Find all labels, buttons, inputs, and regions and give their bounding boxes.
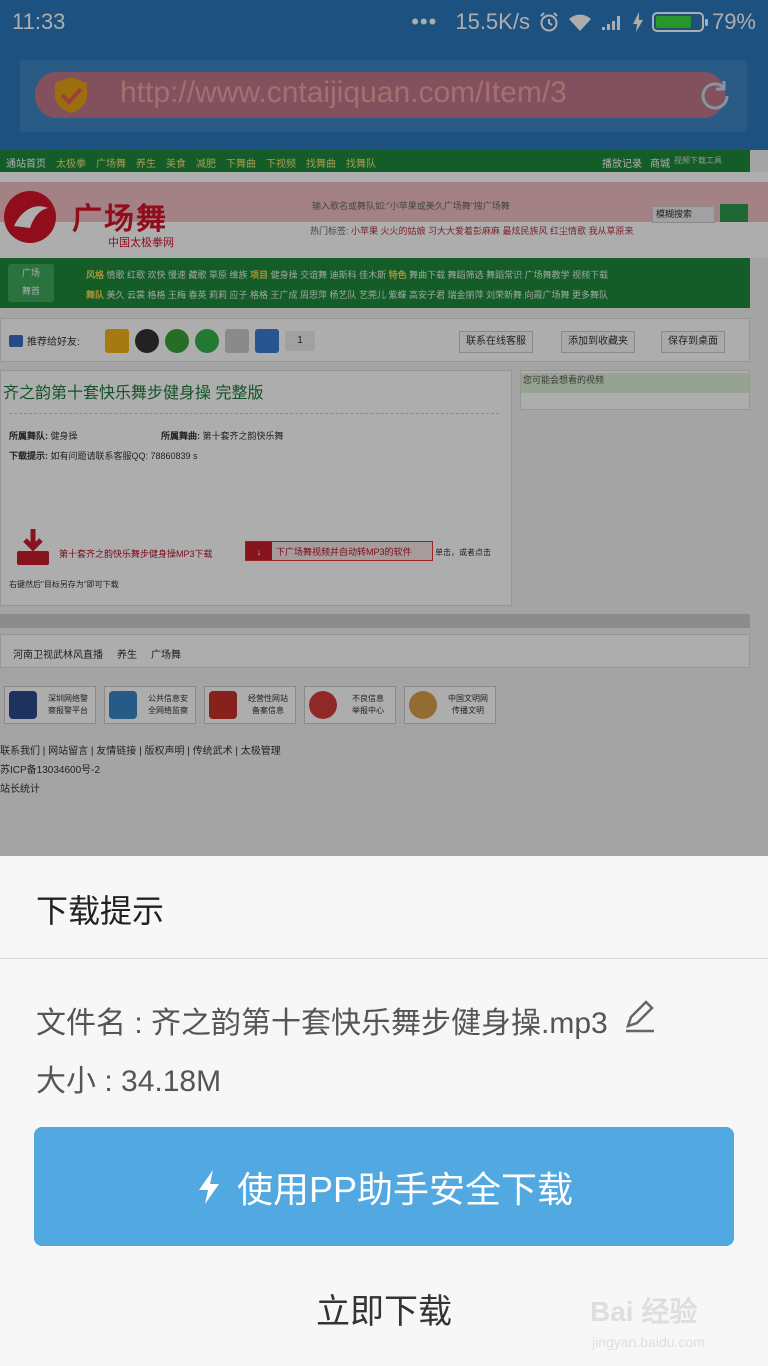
file-size: 大小 : 34.18M [36, 1065, 222, 1098]
modal-dim-overlay[interactable] [0, 0, 768, 856]
edit-pencil-icon[interactable] [620, 996, 660, 1036]
lightning-bolt-icon [198, 1169, 219, 1204]
sheet-divider [0, 958, 768, 959]
watermark-logo: Bai 经验 [590, 1296, 698, 1327]
pp-button-content: 使用PP助手安全下载 [34, 1127, 734, 1246]
pp-safe-download-button[interactable]: 使用PP助手安全下载 [34, 1127, 734, 1246]
watermark-url: jingyan.baidu.com [592, 1334, 705, 1350]
sheet-title: 下载提示 [36, 893, 165, 929]
pp-button-label: 使用PP助手安全下载 [236, 1168, 574, 1210]
baidu-watermark: Bai 经验 jingyan.baidu.com [590, 1284, 750, 1354]
download-sheet: 下载提示 文件名 : 齐之韵第十套快乐舞步健身操.mp3 大小 : 34.18M… [0, 856, 768, 1366]
file-name: 文件名 : 齐之韵第十套快乐舞步健身操.mp3 [36, 1007, 608, 1040]
